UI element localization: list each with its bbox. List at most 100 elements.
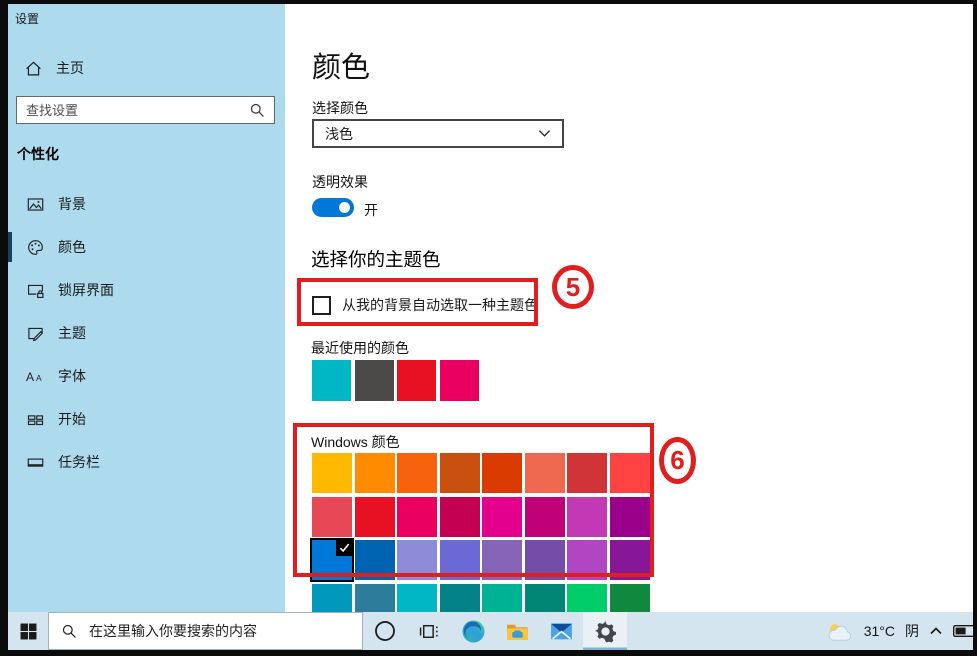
sidebar-item-start[interactable]: 开始 <box>8 399 285 439</box>
sidebar-item-label: 锁屏界面 <box>58 280 114 300</box>
desktop: 设置 主页 个性化 背景颜色锁屏界面主题 AA字体开始任务栏 颜色 选择颜色 浅色 <box>8 4 973 650</box>
settings-search-box[interactable] <box>16 96 275 124</box>
sidebar-item-taskbar[interactable]: 任务栏 <box>8 442 285 482</box>
toggle-knob <box>339 202 350 213</box>
windows-color-r4c7[interactable] <box>567 584 607 613</box>
sidebar-item-colors[interactable]: 颜色 <box>8 227 285 267</box>
windows-color-r4c6[interactable] <box>525 584 565 613</box>
windows-color-r3c2[interactable] <box>355 540 395 580</box>
windows-logo-icon <box>20 623 37 640</box>
windows-color-r1c7[interactable] <box>567 453 607 493</box>
taskbar-search-box[interactable] <box>48 612 363 650</box>
battery-icon[interactable] <box>953 624 973 638</box>
window-title: 设置 <box>15 10 39 27</box>
taskbar-task-view-button[interactable] <box>407 612 451 650</box>
sidebar-nav: 背景颜色锁屏界面主题 AA字体开始任务栏 <box>8 184 285 485</box>
recent-color-teal[interactable] <box>312 360 351 401</box>
windows-color-r2c2[interactable] <box>355 497 395 537</box>
windows-color-r2c7[interactable] <box>567 497 607 537</box>
taskbar-settings-button[interactable] <box>583 612 627 650</box>
sidebar-item-home[interactable]: 主页 <box>16 52 276 84</box>
choose-color-dropdown[interactable]: 浅色 <box>312 119 564 148</box>
windows-color-r2c5[interactable] <box>482 497 522 537</box>
windows-color-r4c3[interactable] <box>397 584 437 613</box>
weather-cloud-icon[interactable] <box>826 621 854 642</box>
windows-color-r1c1[interactable] <box>312 453 352 493</box>
taskbar-edge-button[interactable] <box>451 612 495 650</box>
chevron-up-icon[interactable] <box>929 626 943 636</box>
sidebar-item-label: 开始 <box>58 409 86 429</box>
annotation-step-5: 5 <box>552 265 594 309</box>
windows-color-r2c4[interactable] <box>440 497 480 537</box>
windows-color-r1c6[interactable] <box>525 453 565 493</box>
windows-color-r1c3[interactable] <box>397 453 437 493</box>
auto-pick-checkbox[interactable] <box>312 296 331 315</box>
recent-color-red[interactable] <box>397 360 436 401</box>
settings-search-input[interactable] <box>17 103 250 118</box>
weather-condition[interactable]: 阴 <box>905 621 919 641</box>
svg-text:A: A <box>26 370 34 384</box>
recent-color-pink[interactable] <box>440 360 479 401</box>
taskbar: 31°C 阴 <box>8 612 973 650</box>
windows-color-r4c4[interactable] <box>440 584 480 613</box>
transparency-toggle[interactable] <box>312 198 354 217</box>
sidebar-item-themes[interactable]: 主题 <box>8 313 285 353</box>
windows-color-r3c5[interactable] <box>482 540 522 580</box>
home-icon <box>25 60 42 77</box>
windows-color-r3c3[interactable] <box>397 540 437 580</box>
fonts-icon: AA <box>25 368 45 385</box>
windows-color-r1c4[interactable] <box>440 453 480 493</box>
sidebar-item-fonts[interactable]: AA字体 <box>8 356 285 396</box>
start-button[interactable] <box>8 612 48 650</box>
windows-color-r2c6[interactable] <box>525 497 565 537</box>
windows-color-r2c1[interactable] <box>312 497 352 537</box>
windows-color-r1c8[interactable] <box>610 453 650 493</box>
selected-check-icon <box>336 540 352 556</box>
sidebar-item-label: 主题 <box>58 323 86 343</box>
windows-color-r2c3[interactable] <box>397 497 437 537</box>
svg-text:A: A <box>36 373 42 383</box>
taskview-icon <box>419 621 440 642</box>
sidebar-item-background[interactable]: 背景 <box>8 184 285 224</box>
windows-color-r3c1[interactable] <box>312 540 352 580</box>
transparency-state-label: 开 <box>364 200 378 220</box>
recent-color-dark-gray[interactable] <box>355 360 394 401</box>
transparency-label: 透明效果 <box>312 172 368 192</box>
weather-temperature[interactable]: 31°C <box>864 623 895 639</box>
lockscreen-icon <box>25 282 45 299</box>
taskbar-app-icons <box>363 612 627 650</box>
sidebar-item-label: 颜色 <box>58 237 86 257</box>
search-icon <box>62 624 77 639</box>
taskbar-cortana-button[interactable] <box>363 612 407 650</box>
recent-colors-label: 最近使用的颜色 <box>311 338 409 358</box>
settings-sidebar: 设置 主页 个性化 背景颜色锁屏界面主题 AA字体开始任务栏 <box>8 4 285 612</box>
palette-icon <box>25 239 45 256</box>
windows-color-r4c5[interactable] <box>482 584 522 613</box>
windows-color-r1c5[interactable] <box>482 453 522 493</box>
system-tray: 31°C 阴 <box>826 612 973 650</box>
taskbar-search-input[interactable] <box>89 623 362 639</box>
windows-color-r4c2[interactable] <box>355 584 395 613</box>
windows-color-r1c2[interactable] <box>355 453 395 493</box>
windows-colors-label: Windows 颜色 <box>311 432 400 452</box>
taskbar-file-explorer-button[interactable] <box>495 612 539 650</box>
windows-color-r4c8[interactable] <box>610 584 650 613</box>
recent-colors-row <box>312 360 479 401</box>
windows-color-r3c6[interactable] <box>525 540 565 580</box>
search-icon <box>250 103 265 118</box>
windows-color-r4c1[interactable] <box>312 584 352 613</box>
sidebar-section-heading: 个性化 <box>17 144 59 164</box>
auto-pick-label: 从我的背景自动选取一种主题色 <box>342 295 538 315</box>
windows-color-r2c8[interactable] <box>610 497 650 537</box>
choose-color-label: 选择颜色 <box>312 98 368 118</box>
windows-color-r3c4[interactable] <box>440 540 480 580</box>
desktop-screenshot: 设置 主页 个性化 背景颜色锁屏界面主题 AA字体开始任务栏 颜色 选择颜色 浅色 <box>0 0 977 656</box>
windows-color-r3c7[interactable] <box>567 540 607 580</box>
windows-color-r3c8[interactable] <box>610 540 650 580</box>
settings-window: 设置 主页 个性化 背景颜色锁屏界面主题 AA字体开始任务栏 颜色 选择颜色 浅色 <box>8 4 973 612</box>
sidebar-item-label: 任务栏 <box>58 452 100 472</box>
sidebar-item-lock-screen[interactable]: 锁屏界面 <box>8 270 285 310</box>
taskbar-mail-button[interactable] <box>539 612 583 650</box>
edge-icon <box>461 619 486 644</box>
mail-icon <box>549 619 574 644</box>
